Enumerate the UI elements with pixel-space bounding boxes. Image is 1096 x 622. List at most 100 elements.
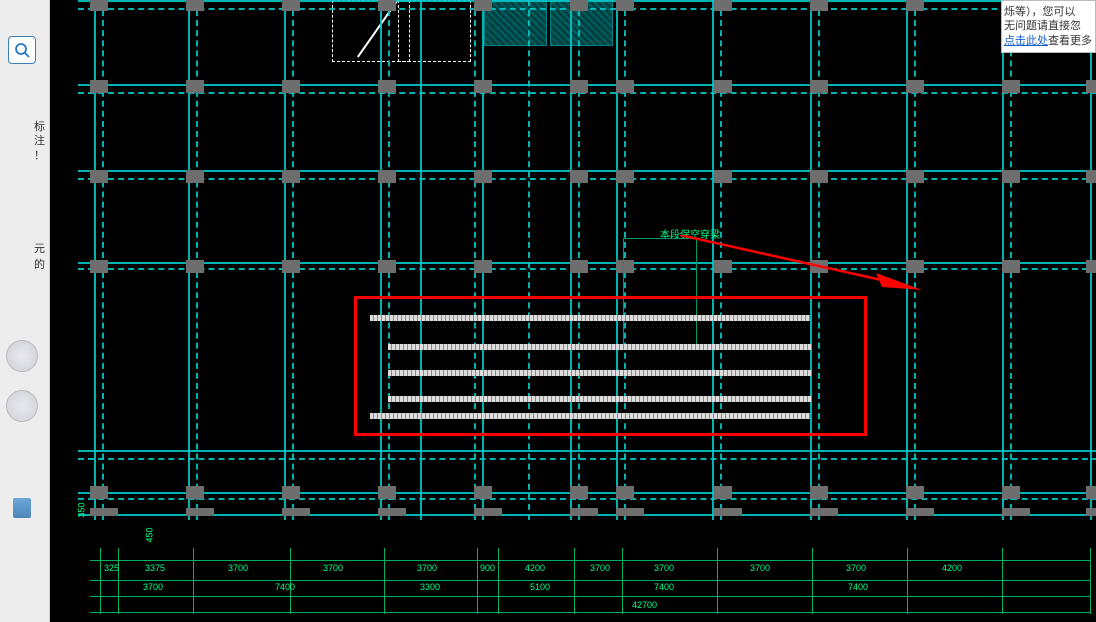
column-marker [90, 508, 118, 516]
dimension-tick [384, 548, 385, 614]
column-marker [714, 0, 732, 11]
column-marker [474, 0, 492, 11]
rebar-strip [370, 315, 810, 321]
side-text-2: 元 的 [34, 240, 45, 272]
dimension-value: 3700 [228, 563, 248, 573]
column-marker [714, 80, 732, 93]
hatch-panel [484, 0, 547, 46]
dimension-tick [498, 548, 499, 614]
side-text-1: 标 注 ！ [34, 120, 45, 163]
column-marker [1086, 170, 1096, 183]
column-marker [1086, 260, 1096, 273]
column-marker [378, 508, 406, 516]
column-marker [186, 0, 204, 11]
dimension-tick [290, 548, 291, 614]
column-marker [378, 80, 396, 93]
tip-link[interactable]: 点击此处 [1004, 35, 1048, 47]
column-marker [570, 486, 588, 499]
column-marker [90, 260, 108, 273]
dimension-tick [193, 548, 194, 614]
dimension-value: 7400 [275, 582, 295, 592]
cad-viewport[interactable]: 本段保空穿梁 325337537003700370090042003700370… [50, 0, 1096, 622]
dimension-value: 7400 [848, 582, 868, 592]
column-marker [282, 260, 300, 273]
dim-left-vert-2: 450 [145, 527, 155, 542]
dimension-tick [812, 548, 813, 614]
dimension-value: 3300 [420, 582, 440, 592]
rebar-strip [370, 413, 810, 419]
column-marker [906, 170, 924, 183]
dimension-tick [1090, 548, 1091, 614]
tip-panel: 烁等），您可以 无问题请直接忽 点击此处查看更多 [1001, 0, 1096, 53]
rebar-strip [388, 370, 812, 376]
dimension-value: 7400 [654, 582, 674, 592]
side-tool-icon-3[interactable] [13, 498, 31, 518]
column-marker [570, 0, 588, 11]
column-marker [378, 0, 396, 11]
column-marker [1086, 508, 1096, 516]
dimension-value: 3700 [590, 563, 610, 573]
column-marker [186, 260, 204, 273]
column-marker [1002, 486, 1020, 499]
dim-left-vert-1: 350 [77, 502, 87, 517]
side-tool-icon-2[interactable] [6, 390, 38, 422]
dimension-tick [100, 548, 101, 614]
grid-line-horizontal [78, 458, 1096, 460]
column-marker [378, 260, 396, 273]
column-marker [90, 80, 108, 93]
column-marker [906, 0, 924, 11]
column-marker [810, 0, 828, 11]
column-marker [810, 508, 838, 516]
column-marker [282, 0, 300, 11]
column-marker [90, 0, 108, 11]
column-marker [282, 170, 300, 183]
grid-line-vertical [528, 0, 530, 520]
column-marker [570, 508, 598, 516]
column-marker [186, 80, 204, 93]
column-marker [714, 260, 732, 273]
column-marker [570, 260, 588, 273]
dimension-value: 3375 [145, 563, 165, 573]
dimension-tick [1002, 548, 1003, 614]
dimension-rule [90, 612, 1090, 613]
column-marker [906, 80, 924, 93]
dimension-tick [574, 548, 575, 614]
dimension-tick [118, 548, 119, 614]
column-marker [378, 486, 396, 499]
dimension-tick [622, 548, 623, 614]
column-marker [186, 170, 204, 183]
side-tool-icon-1[interactable] [6, 340, 38, 372]
column-marker [1086, 80, 1096, 93]
column-marker [282, 486, 300, 499]
rebar-strip [388, 396, 812, 402]
column-marker [616, 80, 634, 93]
dimension-value: 3700 [846, 563, 866, 573]
column-marker [810, 486, 828, 499]
search-icon [14, 42, 30, 58]
dimension-tick [907, 548, 908, 614]
dimension-tick [477, 548, 478, 614]
column-marker [378, 170, 396, 183]
column-marker [474, 260, 492, 273]
rebar-strip [388, 344, 812, 350]
dimension-value: 3700 [654, 563, 674, 573]
tip-line-2: 无问题请直接忽 [1004, 20, 1081, 32]
column-marker [906, 508, 934, 516]
column-marker [1086, 486, 1096, 499]
column-marker [474, 508, 502, 516]
tip-line-1: 烁等），您可以 [1004, 6, 1076, 18]
dimension-value: 4200 [942, 563, 962, 573]
column-marker [474, 80, 492, 93]
search-button[interactable] [8, 36, 36, 64]
dimension-tick [717, 548, 718, 614]
dimension-value: 4200 [525, 563, 545, 573]
column-marker [90, 486, 108, 499]
dimension-rule [90, 580, 1090, 581]
column-marker [474, 170, 492, 183]
dimension-value: 900 [480, 563, 495, 573]
column-marker [474, 486, 492, 499]
column-marker [714, 508, 742, 516]
column-marker [1002, 80, 1020, 93]
column-marker [810, 260, 828, 273]
column-marker [90, 170, 108, 183]
